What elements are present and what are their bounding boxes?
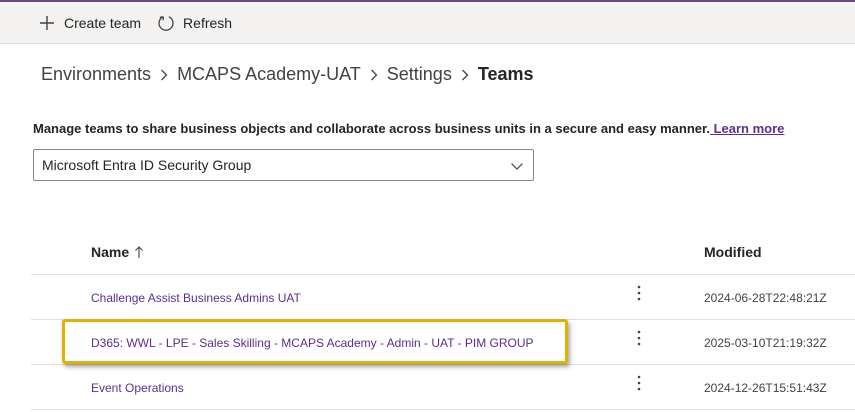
chevron-down-icon [511,163,523,170]
learn-more-link[interactable]: Learn more [710,121,785,136]
description-text: Manage teams to share business objects a… [33,121,710,136]
chevron-right-icon [460,68,470,82]
team-name-link[interactable]: Challenge Assist Business Admins UAT [91,291,301,305]
teams-grid: Name Modified Challenge Assist Business … [31,230,855,410]
modified-value: 2025-03-10T21:19:32Z [704,336,827,350]
team-name-link[interactable]: Event Operations [91,381,184,395]
more-vertical-icon[interactable] [632,285,646,305]
team-type-selected-value: Microsoft Entra ID Security Group [42,157,252,173]
refresh-icon [158,15,174,31]
breadcrumb-environments[interactable]: Environments [41,64,151,85]
breadcrumb: Environments MCAPS Academy-UAT Settings … [41,64,534,85]
grid-header: Name Modified [31,230,855,275]
command-bar: Create team Refresh [0,2,855,44]
table-row[interactable]: Event Operations 2024-12-26T15:51:43Z [31,365,855,410]
more-vertical-icon[interactable] [632,330,646,350]
table-row[interactable]: Challenge Assist Business Admins UAT 202… [31,275,855,320]
breadcrumb-current-teams: Teams [477,64,534,84]
plus-icon [40,15,54,30]
column-name-label: Name [91,244,130,260]
create-team-label: Create team [64,14,142,31]
breadcrumb-settings[interactable]: Settings [387,64,452,85]
team-name-link[interactable]: D365: WWL - LPE - Sales Skilling - MCAPS… [91,336,534,350]
refresh-label: Refresh [183,14,233,31]
refresh-button[interactable]: Refresh [157,14,232,32]
modified-value: 2024-06-28T22:48:21Z [704,291,827,305]
team-type-dropdown[interactable]: Microsoft Entra ID Security Group [33,149,534,181]
table-row[interactable]: D365: WWL - LPE - Sales Skilling - MCAPS… [31,320,855,365]
create-team-button[interactable]: Create team [38,14,141,32]
arrow-up-icon [135,246,144,258]
column-header-name[interactable]: Name [91,244,144,260]
modified-value: 2024-12-26T15:51:43Z [704,381,827,395]
chevron-right-icon [159,68,169,82]
column-header-modified[interactable]: Modified [704,244,762,260]
chevron-right-icon [369,68,379,82]
more-vertical-icon[interactable] [632,375,646,395]
breadcrumb-environment-name[interactable]: MCAPS Academy-UAT [177,64,361,85]
page-description: Manage teams to share business objects a… [33,121,784,136]
